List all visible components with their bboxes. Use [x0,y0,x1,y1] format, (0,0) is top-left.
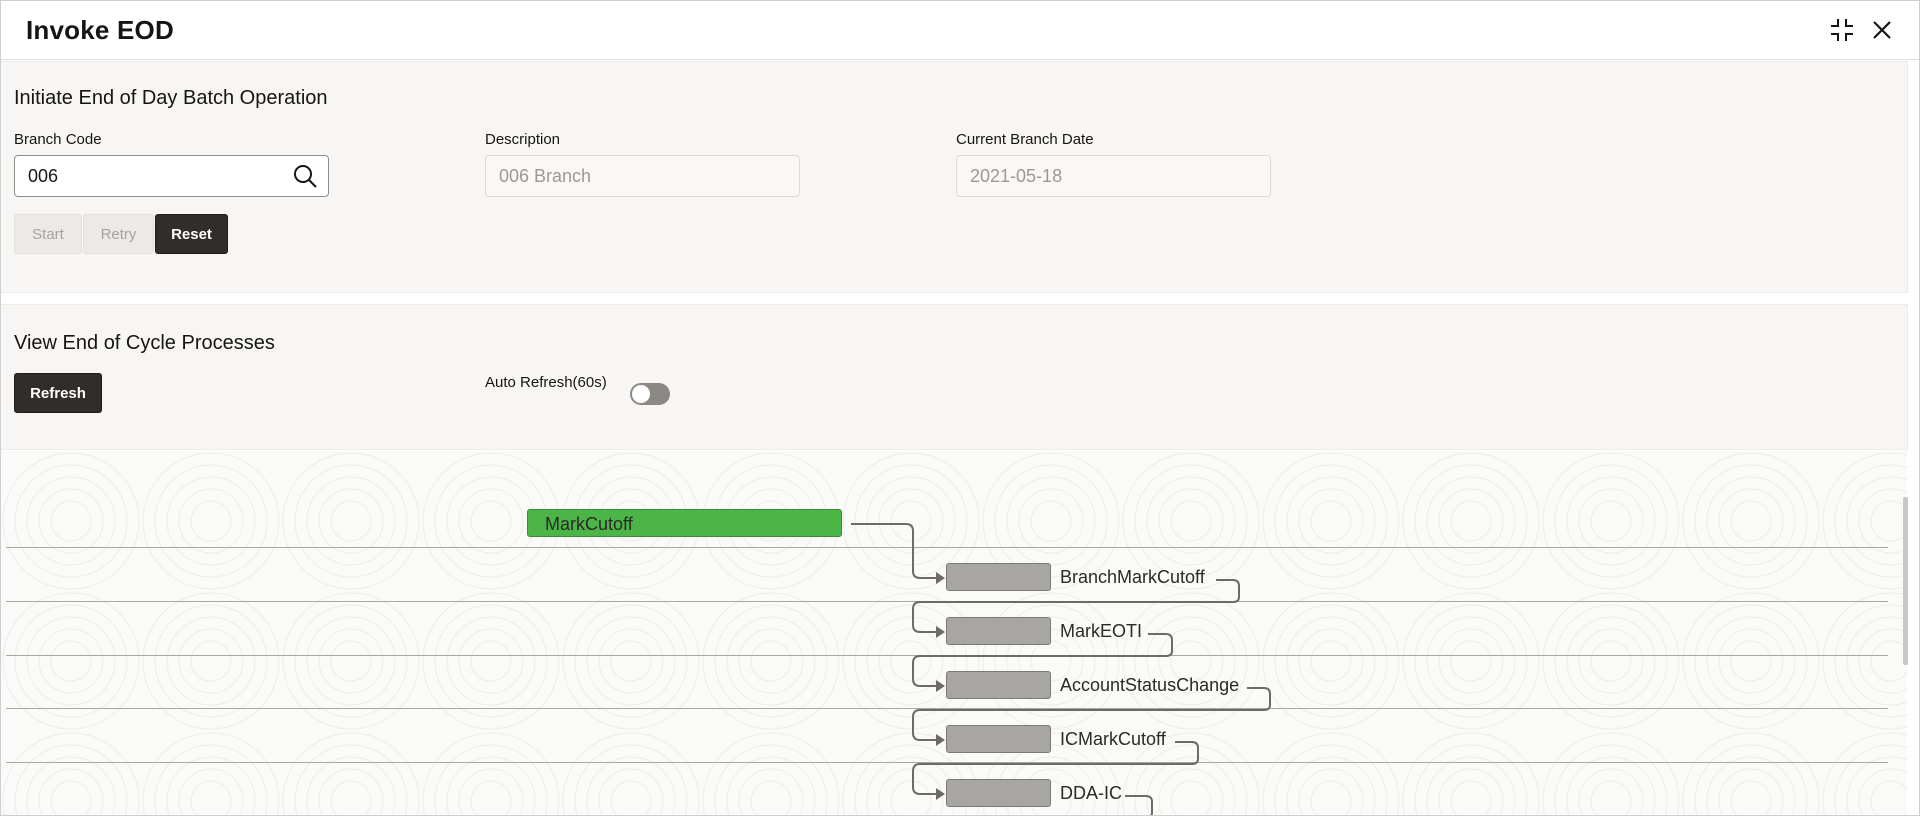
view-processes-panel: View End of Cycle Processes Refresh Auto… [1,304,1908,450]
arrow-head [936,788,945,800]
current-branch-date-label: Current Branch Date [956,131,1094,148]
arrow-head [936,680,945,692]
process-node-branchmarkcutoff[interactable] [946,563,1051,591]
start-button[interactable]: Start [14,214,82,254]
process-node-icmarkcutoff[interactable] [946,725,1051,753]
process-label: AccountStatusChange [1060,675,1240,695]
vertical-scrollbar[interactable] [1903,497,1908,665]
description-field [485,155,800,197]
connector [851,523,936,579]
search-icon[interactable] [291,162,319,190]
process-node-markeoti[interactable] [946,617,1051,645]
collapse-icon[interactable] [1827,15,1857,45]
auto-refresh-toggle[interactable] [630,383,670,405]
refresh-button[interactable]: Refresh [14,373,102,413]
description-label: Description [485,131,561,148]
process-node-markcutoff[interactable]: MarkCutoff [527,509,842,537]
view-heading: View End of Cycle Processes [14,332,275,354]
reset-button[interactable]: Reset [155,214,228,254]
process-label: ICMarkCutoff [1060,729,1166,749]
window-title: Invoke EOD [26,15,174,45]
auto-refresh-label: Auto Refresh(60s) [485,374,607,391]
branch-code-input[interactable] [14,155,329,197]
current-branch-date-field [956,155,1271,197]
initiate-heading: Initiate End of Day Batch Operation [14,87,328,109]
process-label: BranchMarkCutoff [1060,567,1205,587]
process-label: MarkEOTI [1060,621,1143,641]
arrow-head [936,572,945,584]
process-node-dda-ic[interactable] [946,779,1051,807]
process-flow-area: MarkCutoff BranchMarkCutoff MarkEOTI Acc… [1,451,1907,815]
process-node-accountstatuschange[interactable] [946,671,1051,699]
invoke-eod-window: Invoke EOD Initiate End of Day Batch Ope… [0,0,1920,816]
close-icon[interactable] [1867,15,1897,45]
initiate-eod-panel: Initiate End of Day Batch Operation Bran… [1,61,1908,293]
title-bar: Invoke EOD [1,1,1919,60]
retry-button[interactable]: Retry [83,214,154,254]
arrow-head [936,626,945,638]
arrow-head [936,734,945,746]
process-label: DDA-IC [1060,783,1122,803]
process-label: MarkCutoff [545,514,633,534]
toggle-knob [632,385,650,403]
branch-code-label: Branch Code [14,131,102,148]
